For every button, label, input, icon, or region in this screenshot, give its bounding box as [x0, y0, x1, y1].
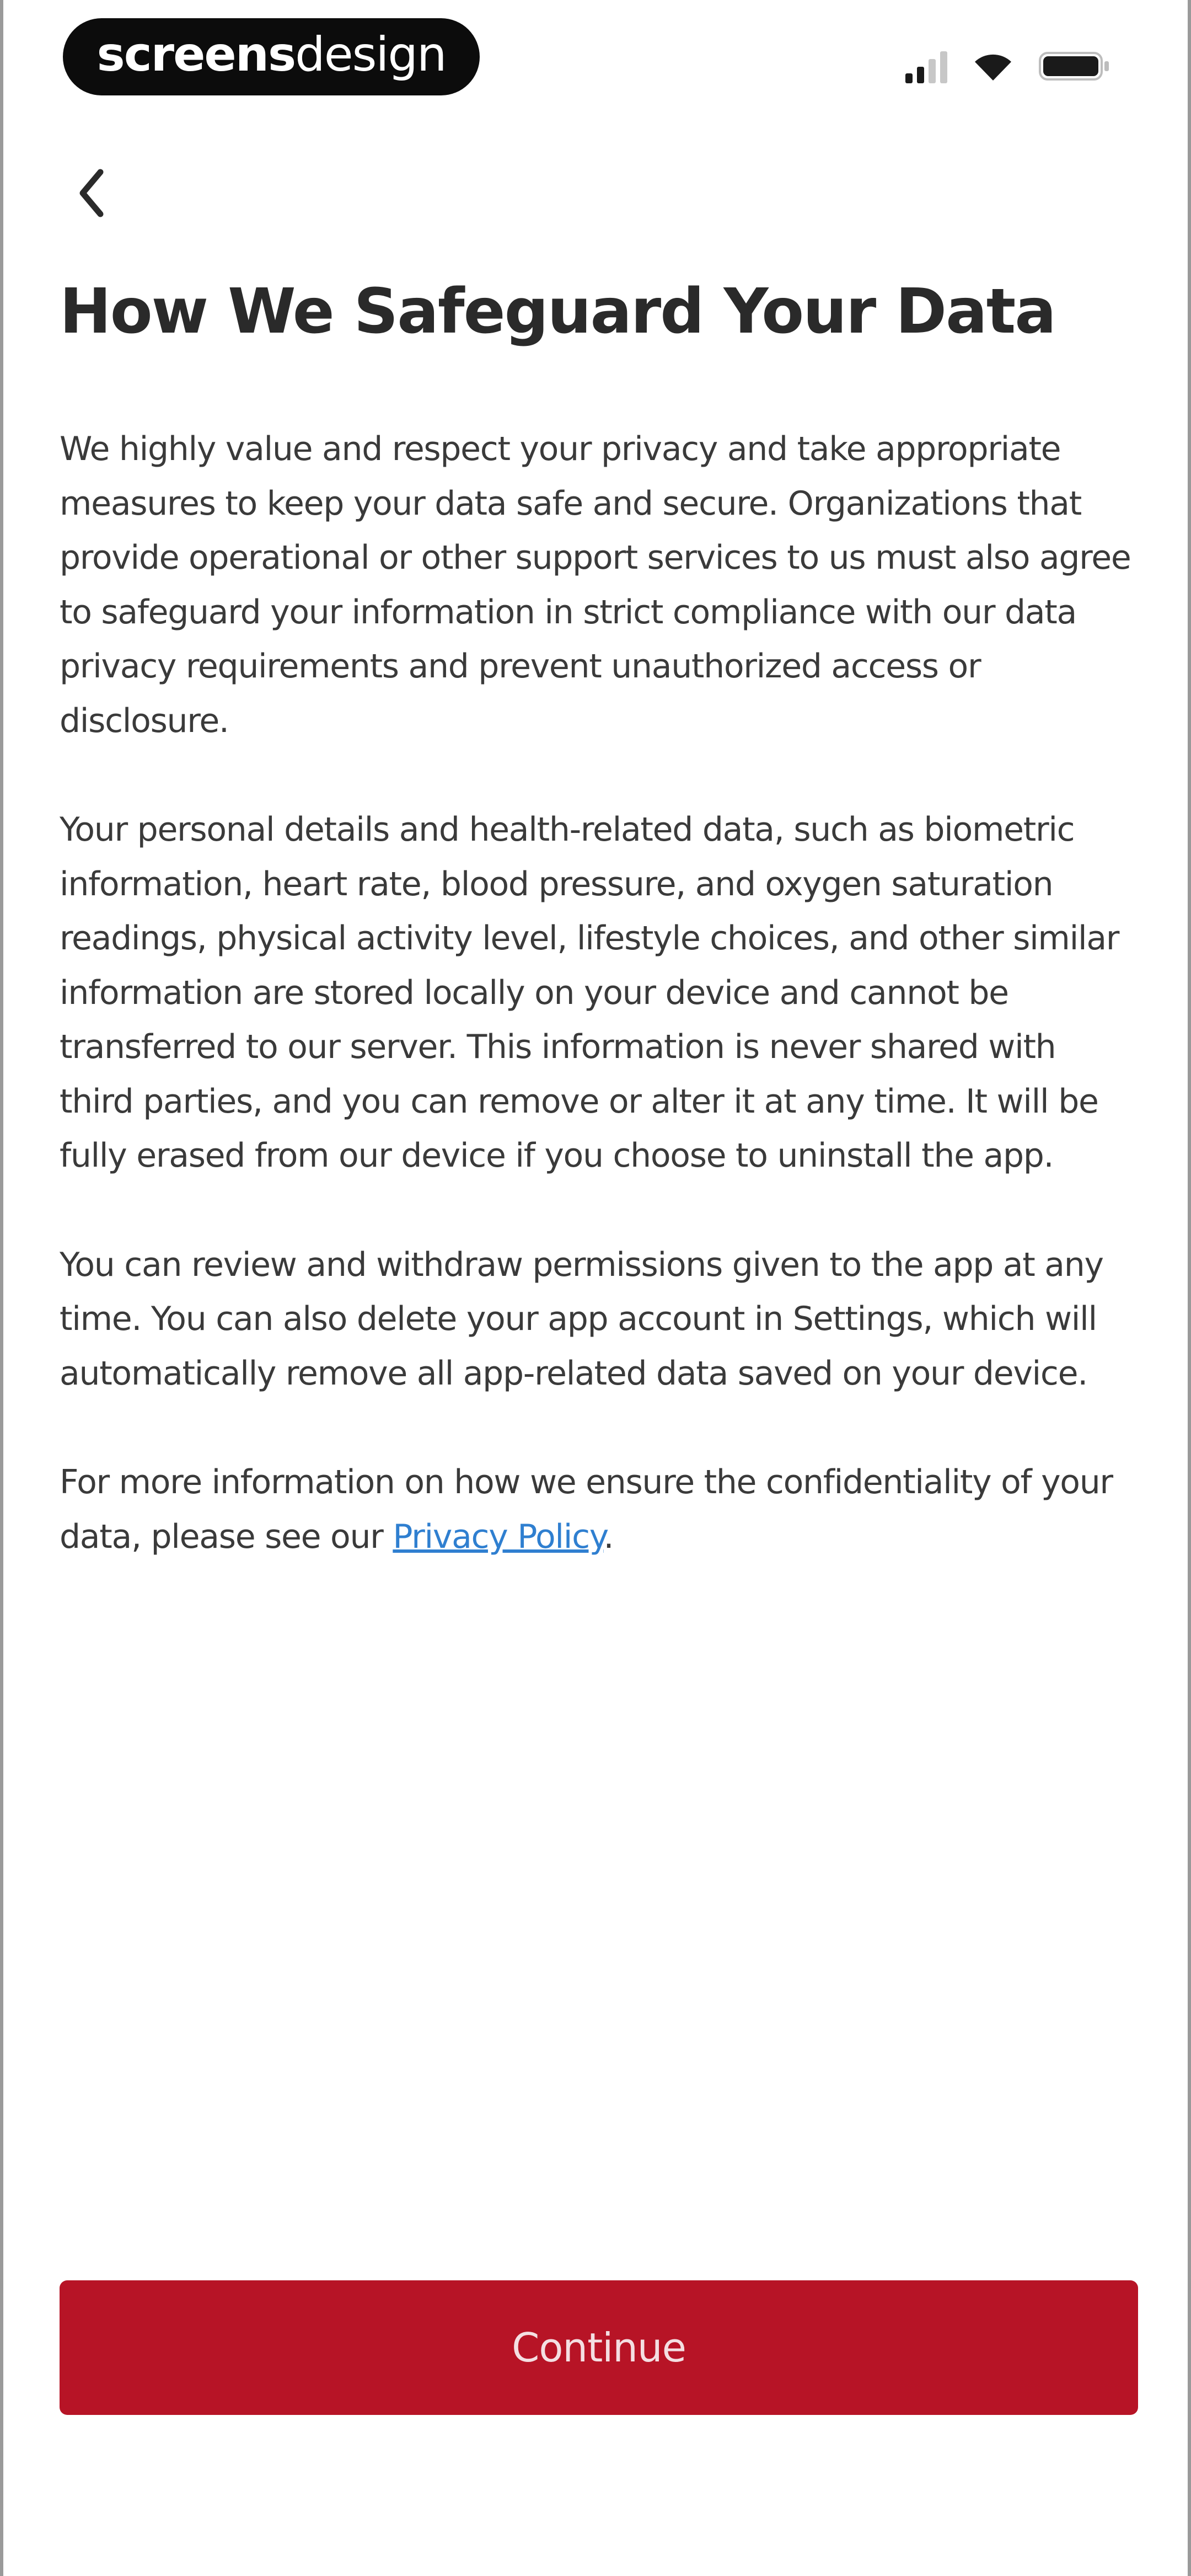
battery-icon	[1039, 51, 1110, 82]
signal-icon	[905, 49, 947, 83]
brand-logo: screens design	[63, 18, 480, 95]
chevron-left-icon	[79, 169, 104, 217]
status-icons	[905, 47, 1110, 85]
brand-logo-light: design	[295, 27, 447, 82]
policy-paragraph-1: We highly value and respect your privacy…	[60, 430, 1131, 740]
policy-content: We highly value and respect your privacy…	[60, 422, 1138, 1618]
brand-logo-bold: screens	[96, 27, 297, 82]
back-button[interactable]	[61, 154, 122, 232]
policy-paragraph-4: For more information on how we ensure th…	[60, 1455, 1138, 1564]
closing-period: .	[603, 1517, 614, 1556]
app-screen: screens design How We Safeguard Your Dat…	[0, 0, 1191, 2576]
page-title: How We Safeguard Your Data	[60, 276, 1056, 348]
policy-paragraph-3: You can review and withdraw permissions …	[60, 1245, 1104, 1393]
continue-button[interactable]: Continue	[60, 2280, 1138, 2415]
wifi-icon	[973, 51, 1013, 82]
privacy-policy-link[interactable]: Privacy Policy	[393, 1517, 604, 1556]
policy-paragraph-2: Your personal details and health-related…	[60, 810, 1119, 1175]
